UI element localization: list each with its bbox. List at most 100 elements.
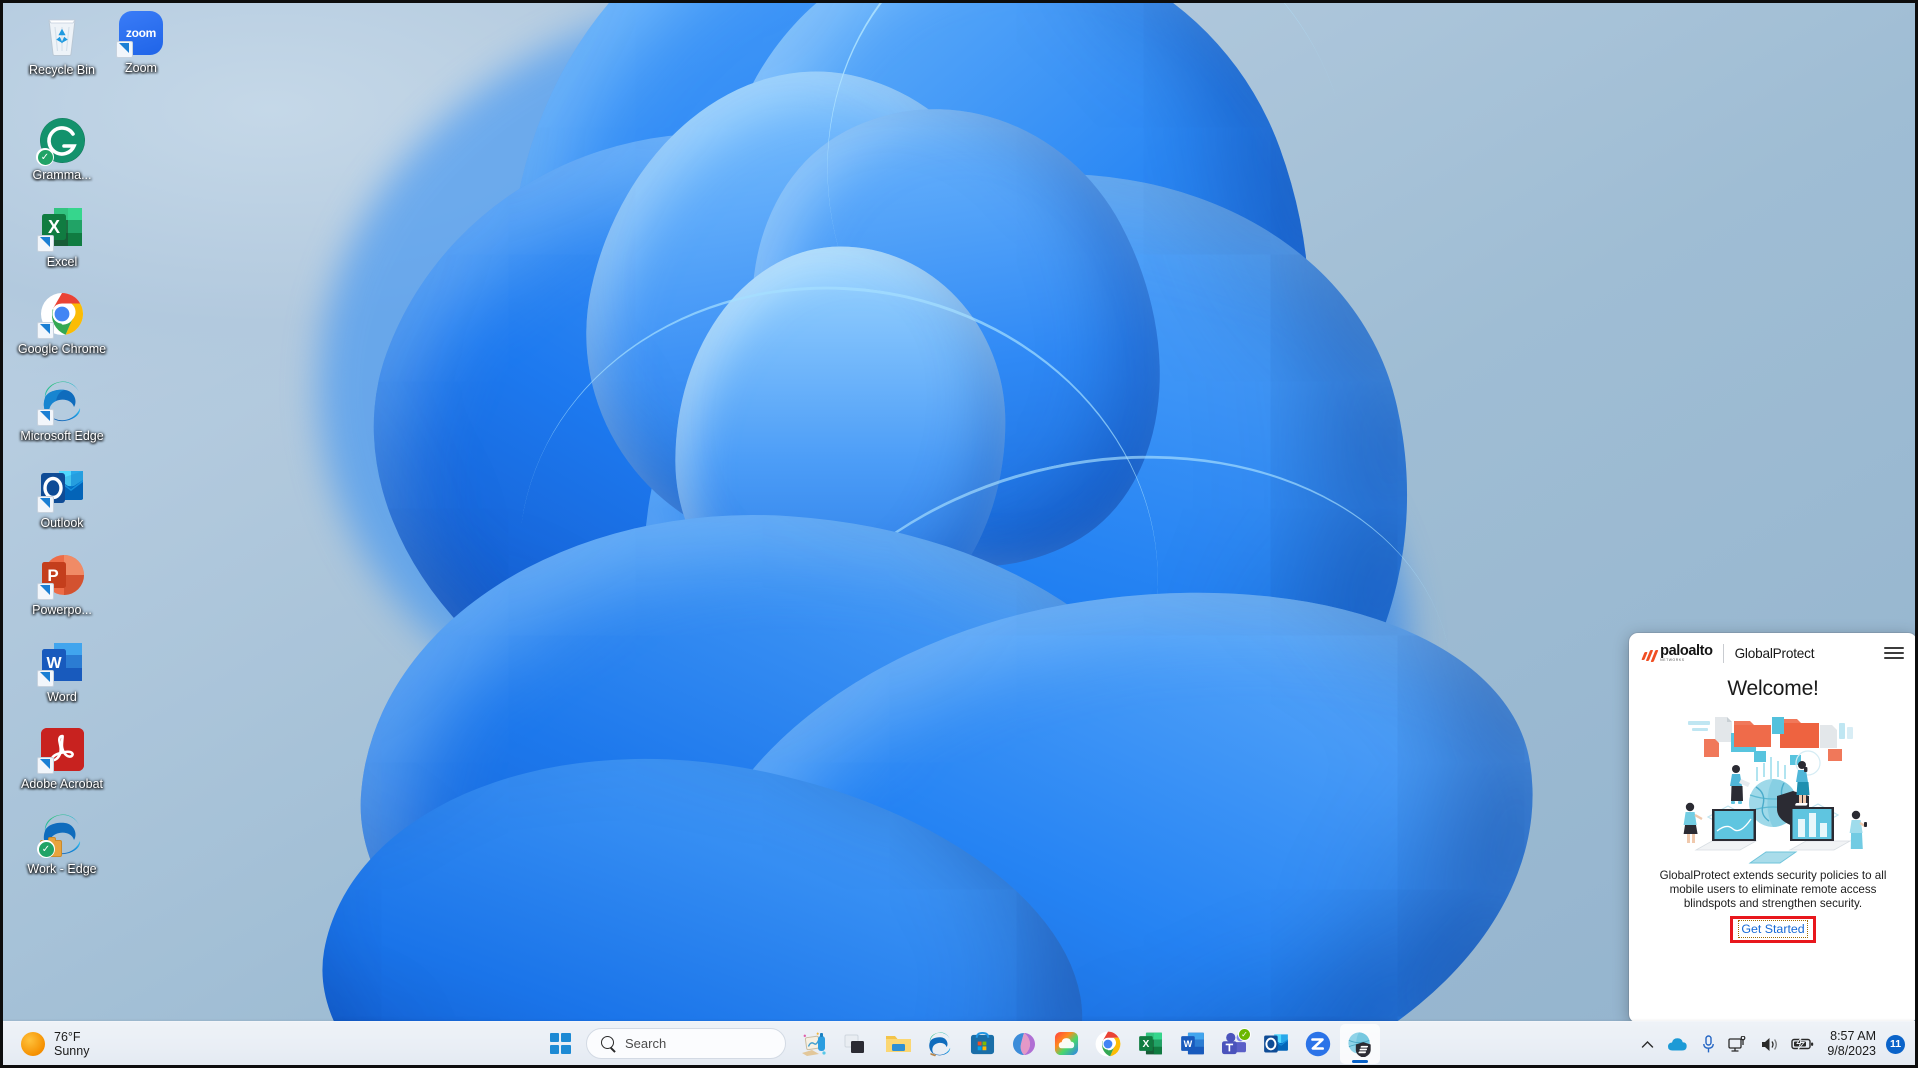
globalprotect-header: paloalto NETWORKS GlobalProtect xyxy=(1629,633,1915,673)
start-button[interactable] xyxy=(538,1024,582,1064)
desktop-icon-grammarly[interactable]: ✓ Gramma... xyxy=(14,116,110,183)
weather-temperature: 76°F xyxy=(54,1029,81,1044)
desktop-icon-label: Adobe Acrobat xyxy=(20,777,103,791)
taskbar-item-file-explorer[interactable] xyxy=(878,1024,918,1064)
clock-time: 8:57 AM xyxy=(1830,1029,1876,1043)
microphone-icon[interactable] xyxy=(1695,1026,1721,1062)
taskbar-item-task-view[interactable] xyxy=(836,1024,876,1064)
microsoft-edge-icon xyxy=(929,1031,951,1056)
zoom-icon xyxy=(1305,1031,1331,1056)
grammarly-icon: ✓ xyxy=(36,116,86,166)
taskbar-item-zoom[interactable] xyxy=(1298,1024,1338,1064)
desktop-icon-label: Gramma... xyxy=(32,168,92,182)
windows-logo-icon xyxy=(549,1033,571,1054)
globalprotect-icon xyxy=(1348,1031,1371,1057)
search-input[interactable]: Search xyxy=(586,1028,786,1059)
zoom-icon: zoom xyxy=(116,9,165,58)
globalprotect-title: GlobalProtect xyxy=(1734,645,1815,661)
chrome-icon xyxy=(37,290,86,339)
desktop-icon-label: Zoom xyxy=(125,61,157,75)
microsoft-store-icon xyxy=(970,1031,994,1055)
desktop-icon-excel[interactable]: X Excel xyxy=(14,203,110,270)
get-started-wrapper: Get Started xyxy=(1629,915,1915,959)
powerpoint-icon: P xyxy=(37,551,86,600)
taskbar-item-google-chrome[interactable] xyxy=(1088,1024,1128,1064)
task-view-icon xyxy=(844,1034,864,1053)
desktop-icon-adobe-acrobat[interactable]: Adobe Acrobat xyxy=(14,725,110,792)
get-started-link[interactable]: Get Started xyxy=(1738,919,1808,938)
desktop-icon-label: Google Chrome xyxy=(17,342,107,356)
taskbar-item-excel[interactable]: X xyxy=(1130,1024,1170,1064)
taskbar-item-widgets[interactable] xyxy=(794,1024,834,1064)
desktop-icon-label: Outlook xyxy=(40,516,84,530)
windows-taskbar: 76°F Sunny Search X W ✓ 8:57 AM 9/8/2023… xyxy=(3,1021,1915,1065)
desktop-icon-label: Work - Edge xyxy=(27,862,97,876)
excel-icon: X xyxy=(1138,1032,1162,1055)
show-hidden-icons-chevron[interactable] xyxy=(1634,1026,1660,1062)
header-divider xyxy=(1722,643,1724,663)
paloalto-networks-logo: paloalto NETWORKS xyxy=(1641,643,1713,662)
taskbar-clock[interactable]: 8:57 AM 9/8/2023 xyxy=(1821,1025,1884,1063)
edge-icon xyxy=(37,377,86,426)
shortcut-overlay-icon xyxy=(37,235,54,252)
desktop-icon-zoom[interactable]: zoom Zoom xyxy=(93,9,189,76)
network-icon[interactable] xyxy=(1723,1026,1753,1062)
hamburger-menu-icon[interactable] xyxy=(1884,645,1904,661)
desktop-icon-work-edge[interactable]: ✓ Work - Edge xyxy=(14,810,110,877)
microsoft-365-icon xyxy=(1013,1032,1035,1055)
taskbar-item-microsoft-edge[interactable] xyxy=(920,1024,960,1064)
globalprotect-network-illustration xyxy=(1629,707,1915,865)
shortcut-overlay-icon xyxy=(116,41,133,58)
notification-count-badge[interactable]: 11 xyxy=(1886,1034,1905,1054)
google-chrome-icon xyxy=(1095,1031,1121,1056)
clock-date: 9/8/2023 xyxy=(1827,1044,1876,1058)
desktop-icon-label: Recycle Bin xyxy=(29,63,95,77)
desktop-icon-word[interactable]: W Word xyxy=(14,638,110,705)
desktop-icon-microsoft-edge[interactable]: Microsoft Edge xyxy=(14,377,110,444)
search-icon xyxy=(601,1036,616,1051)
globalprotect-panel: paloalto NETWORKS GlobalProtect Welcome! xyxy=(1629,633,1915,1023)
system-tray: 8:57 AM 9/8/2023 11 xyxy=(1634,1022,1915,1065)
desktop-icon-google-chrome[interactable]: Google Chrome xyxy=(14,290,110,357)
paloalto-slashes-icon xyxy=(1641,649,1659,662)
taskbar-center-group: Search X W ✓ xyxy=(538,1022,1380,1066)
word-icon: W xyxy=(37,638,86,687)
paloalto-wordmark: paloalto xyxy=(1660,643,1713,659)
desktop-icon-powerpoint[interactable]: P Powerpo... xyxy=(14,551,110,618)
chevron-up-icon xyxy=(1641,1040,1654,1048)
speaker-icon xyxy=(1762,1037,1778,1051)
monitor-network-icon xyxy=(1728,1035,1746,1052)
desktop-icon-label: Word xyxy=(47,690,77,704)
desktop-icon-outlook[interactable]: Outlook xyxy=(14,464,110,531)
teams-status-badge-icon: ✓ xyxy=(1238,1027,1251,1041)
battery-icon[interactable] xyxy=(1786,1026,1819,1062)
word-icon: W xyxy=(1180,1032,1204,1055)
recycle-bin-icon xyxy=(38,11,86,59)
taskbar-item-word[interactable]: W xyxy=(1172,1024,1212,1064)
desktop-icon-column: Recycle Bin zoom Zoom ✓ Gramma... X Exce… xyxy=(3,3,163,881)
taskbar-item-globalprotect[interactable] xyxy=(1340,1023,1380,1064)
file-explorer-icon xyxy=(885,1036,911,1052)
volume-icon[interactable] xyxy=(1755,1026,1784,1062)
taskbar-item-microsoft-365[interactable] xyxy=(1004,1024,1044,1064)
welcome-heading: Welcome! xyxy=(1727,677,1819,700)
desktop-icon-label: Powerpo... xyxy=(32,603,92,617)
taskbar-item-adobe-creative-cloud[interactable] xyxy=(1046,1024,1086,1064)
widgets-paint-icon xyxy=(802,1032,826,1056)
sun-icon xyxy=(21,1031,45,1056)
cloud-icon xyxy=(1668,1037,1688,1050)
shortcut-overlay-icon xyxy=(37,670,54,687)
taskbar-weather-widget[interactable]: 76°F Sunny xyxy=(3,1024,153,1064)
taskbar-item-microsoft-store[interactable] xyxy=(962,1024,1002,1064)
red-highlight-box: Get Started xyxy=(1730,915,1816,943)
taskbar-item-outlook[interactable] xyxy=(1256,1024,1296,1064)
taskbar-item-microsoft-teams[interactable]: ✓ xyxy=(1214,1024,1254,1064)
desktop-icon-label: Microsoft Edge xyxy=(20,429,104,443)
adobe-creative-cloud-icon xyxy=(1054,1031,1078,1056)
desktop-icon-label: Excel xyxy=(46,255,78,269)
onedrive-icon[interactable] xyxy=(1662,1026,1693,1062)
shortcut-overlay-icon xyxy=(37,496,54,513)
adobe-acrobat-icon xyxy=(37,725,86,774)
shortcut-overlay-icon xyxy=(37,322,54,339)
excel-icon: X xyxy=(37,203,86,252)
